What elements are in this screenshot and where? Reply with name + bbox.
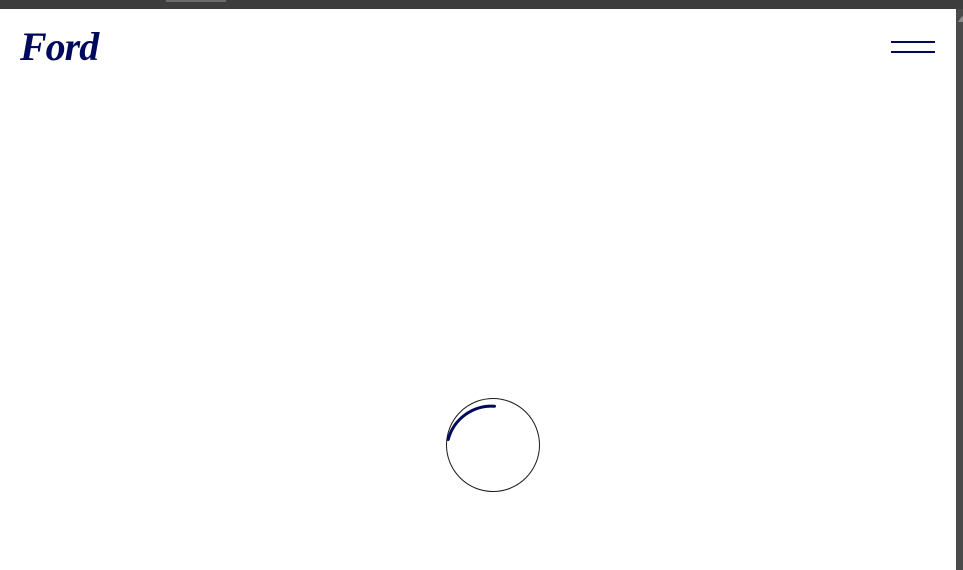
- spinner-track: [446, 398, 540, 492]
- ford-logo-icon: Ford: [19, 27, 101, 67]
- ford-logo[interactable]: Ford: [18, 27, 116, 67]
- hamburger-menu-button[interactable]: [890, 37, 936, 65]
- loading-spinner-icon: [445, 397, 541, 493]
- hamburger-menu-icon-line-bottom: [891, 51, 935, 53]
- page-viewport: Ford: [0, 9, 956, 570]
- hamburger-menu-icon-line-top: [891, 41, 935, 43]
- site-header: Ford: [0, 9, 956, 89]
- scroll-up-arrow-icon[interactable]: [958, 16, 963, 22]
- browser-chrome-top: [0, 0, 963, 9]
- page-scrollbar[interactable]: [956, 9, 963, 570]
- ford-logo-wordmark: Ford: [19, 27, 100, 67]
- spinner-arc: [446, 404, 496, 441]
- browser-tab-indicator: [166, 0, 226, 2]
